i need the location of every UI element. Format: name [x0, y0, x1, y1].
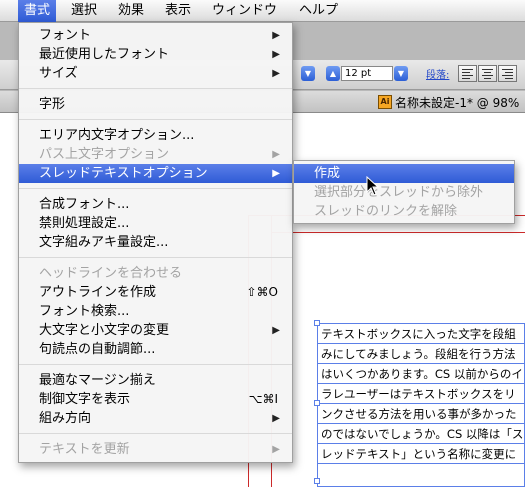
shortcut-label: ⇧⌘O — [246, 285, 279, 299]
baseline — [318, 403, 525, 404]
submenu-arrow-icon: ▶ — [272, 149, 280, 160]
menu-separator — [19, 364, 292, 365]
baseline — [318, 463, 525, 464]
menu-separator — [19, 433, 292, 434]
menubar-item-window[interactable]: ウィンドウ — [206, 0, 283, 22]
submenu-arrow-icon: ▶ — [272, 413, 280, 424]
menu-item-area-type-options[interactable]: エリア内文字オプション... — [19, 126, 292, 145]
menu-item-type-on-path-options: パス上文字オプション ▶ — [39, 147, 280, 162]
text-line: はいくつかあります。CS 以前からのイ — [321, 367, 523, 381]
submenu-arrow-icon: ▶ — [272, 444, 280, 455]
align-center-button[interactable] — [478, 65, 497, 82]
selection-handle[interactable] — [314, 320, 320, 326]
guide-line — [271, 232, 525, 233]
text-line: ラレユーザーはテキストボックスをリ — [321, 387, 516, 401]
text-line: ンクさせる方法を用いる事が多かった — [321, 407, 517, 421]
baseline — [318, 343, 525, 344]
font-size-dropdown[interactable]: ▼ — [394, 66, 408, 81]
submenu-arrow-icon: ▶ — [272, 49, 280, 60]
illustrator-doc-icon: Ai — [378, 95, 392, 109]
menubar-item-format[interactable]: 書式 — [18, 0, 57, 22]
submenu-item-create[interactable]: 作成 — [294, 164, 514, 183]
menu-bar: 書式 選択 効果 表示 ウィンドウ ヘルプ — [0, 0, 525, 22]
threaded-text-submenu: 作成 選択部分をスレッドから除外 スレッドのリンクを解除 — [293, 160, 515, 224]
menubar-item-view[interactable]: 表示 — [159, 0, 197, 22]
baseline — [318, 443, 525, 444]
menu-item-find-font[interactable]: フォント検索... — [19, 302, 292, 321]
shortcut-label: ⌥⌘I — [248, 392, 278, 406]
font-size-stepper[interactable]: ▲ — [326, 66, 340, 81]
baseline — [318, 423, 525, 424]
menu-item-show-hidden-characters[interactable]: 制御文字を表示 ⌥⌘I — [19, 390, 292, 409]
menu-item-size[interactable]: サイズ ▶ — [19, 64, 292, 83]
mouse-cursor-icon — [366, 176, 380, 196]
menu-item-create-outlines[interactable]: アウトラインを作成 ⇧⌘O — [19, 283, 292, 302]
submenu-arrow-icon: ▶ — [272, 168, 280, 179]
baseline — [318, 383, 525, 384]
menu-item-optical-margin-alignment[interactable]: 最適なマージン揃え — [19, 371, 292, 390]
font-size-field[interactable]: 12 pt — [341, 66, 393, 81]
menu-item-mojikumi-settings[interactable]: 文字組みアキ量設定... — [19, 233, 292, 252]
paragraph-link[interactable]: 段落: — [426, 66, 449, 81]
menu-item-recent-fonts[interactable]: 最近使用したフォント ▶ — [19, 45, 292, 64]
menu-item-type-orientation[interactable]: 組み方向 ▶ — [19, 409, 292, 428]
menubar-item-effect[interactable]: 効果 — [112, 0, 150, 22]
submenu-arrow-icon: ▶ — [272, 68, 280, 79]
text-line: テキストボックスに入った文字を段組 — [321, 327, 516, 341]
menu-item-smart-punctuation[interactable]: 句読点の自動調節... — [19, 340, 292, 359]
text-line: レッドテキスト」という名称に変更に — [321, 447, 517, 461]
submenu-arrow-icon: ▶ — [272, 325, 280, 336]
menubar-item-help[interactable]: ヘルプ — [293, 0, 344, 22]
menu-item-change-case[interactable]: 大文字と小文字の変更 ▶ — [19, 321, 292, 340]
menu-item-threaded-text-options[interactable]: スレッドテキストオプション ▶ — [19, 164, 292, 183]
menu-separator — [19, 88, 292, 89]
submenu-item-remove-threading: スレッドのリンクを解除 — [314, 204, 458, 219]
submenu-item-release-selection: 選択部分をスレッドから除外 — [314, 185, 484, 200]
menu-item-composite-fonts[interactable]: 合成フォント... — [19, 195, 292, 214]
menu-separator — [19, 119, 292, 120]
font-style-dropdown[interactable]: ▼ — [301, 66, 315, 81]
menu-item-glyphs[interactable]: 字形 — [19, 95, 292, 114]
menu-item-update-legacy-text: テキストを更新 ▶ — [39, 442, 280, 457]
format-menu: フォント ▶ 最近使用したフォント ▶ サイズ ▶ 字形 エリア内文字オプション...… — [18, 22, 293, 463]
align-left-button[interactable] — [458, 65, 477, 82]
baseline — [318, 363, 525, 364]
selection-handle[interactable] — [314, 478, 320, 484]
menu-item-fit-headline: ヘッドラインを合わせる — [39, 266, 183, 281]
menu-separator — [19, 257, 292, 258]
menu-item-font[interactable]: フォント ▶ — [19, 26, 292, 45]
menu-separator — [19, 188, 292, 189]
text-line: のではないでしょうか。CS 以降は「ス — [321, 427, 524, 441]
menu-item-kinsoku-settings[interactable]: 禁則処理設定... — [19, 214, 292, 233]
selection-handle[interactable] — [314, 400, 320, 406]
menubar-item-select[interactable]: 選択 — [65, 0, 103, 22]
text-line: みにしてみましょう。段組を行う方法 — [321, 347, 516, 361]
align-right-button[interactable] — [498, 65, 517, 82]
document-title-tab[interactable]: 名称未設定-1* @ 98% — [395, 94, 519, 111]
submenu-arrow-icon: ▶ — [272, 30, 280, 41]
